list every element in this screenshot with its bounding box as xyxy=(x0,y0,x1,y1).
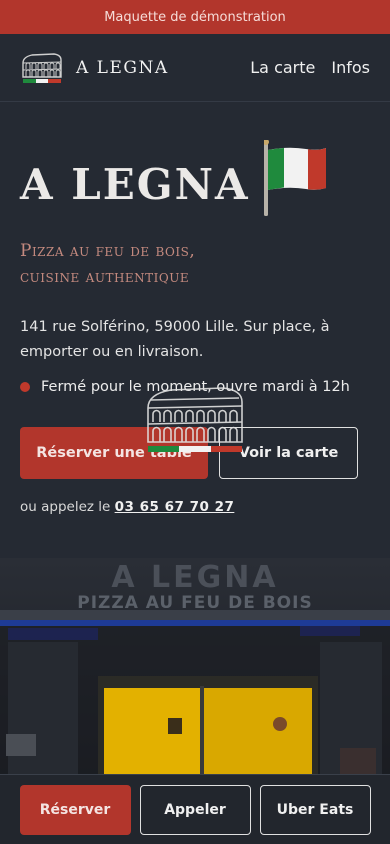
top-nav: A LEGNA La carte Infos xyxy=(0,34,390,102)
status-dot-icon xyxy=(20,382,30,393)
phone-link[interactable]: 03 65 67 70 27 xyxy=(115,499,235,515)
brand-name: A LEGNA xyxy=(76,57,169,78)
colosseum-icon xyxy=(22,52,62,83)
hero-title-row: A LEGNA xyxy=(20,136,370,216)
demo-banner-text: Maquette de démonstration xyxy=(104,9,286,25)
page-title: A LEGNA xyxy=(20,160,250,209)
bottom-action-bar: Réserver Appeler Uber Eats xyxy=(0,774,390,844)
tagline-line-2: cuisine authentique xyxy=(20,267,190,288)
reserve-button[interactable]: Réserver xyxy=(19,784,131,835)
call-prefix: ou appelez le xyxy=(20,499,111,516)
nav-link-info[interactable]: Infos xyxy=(331,58,370,77)
tagline: Pizza au feu de bois, cuisine authentiqu… xyxy=(20,238,370,291)
call-button[interactable]: Appeler xyxy=(139,784,251,835)
italy-flag-icon xyxy=(262,139,328,216)
storefront-photo: A LEGNA PIZZA AU FEU DE BOIS xyxy=(0,558,390,778)
address-text: 141 rue Solférino, 59000 Lille. Sur plac… xyxy=(20,318,330,361)
tagline-line-1: Pizza au feu de bois, xyxy=(20,241,196,261)
logo-link[interactable]: A LEGNA xyxy=(20,51,169,85)
nav-links: La carte Infos xyxy=(250,58,370,77)
uber-eats-button[interactable]: Uber Eats xyxy=(259,784,371,835)
storefront-illustration xyxy=(0,610,390,778)
call-line: ou appelez le 03 65 67 70 27 xyxy=(20,499,370,515)
demo-banner: Maquette de démonstration xyxy=(0,0,390,34)
colosseum-loader-icon xyxy=(147,387,243,452)
nav-link-menu[interactable]: La carte xyxy=(250,58,315,77)
